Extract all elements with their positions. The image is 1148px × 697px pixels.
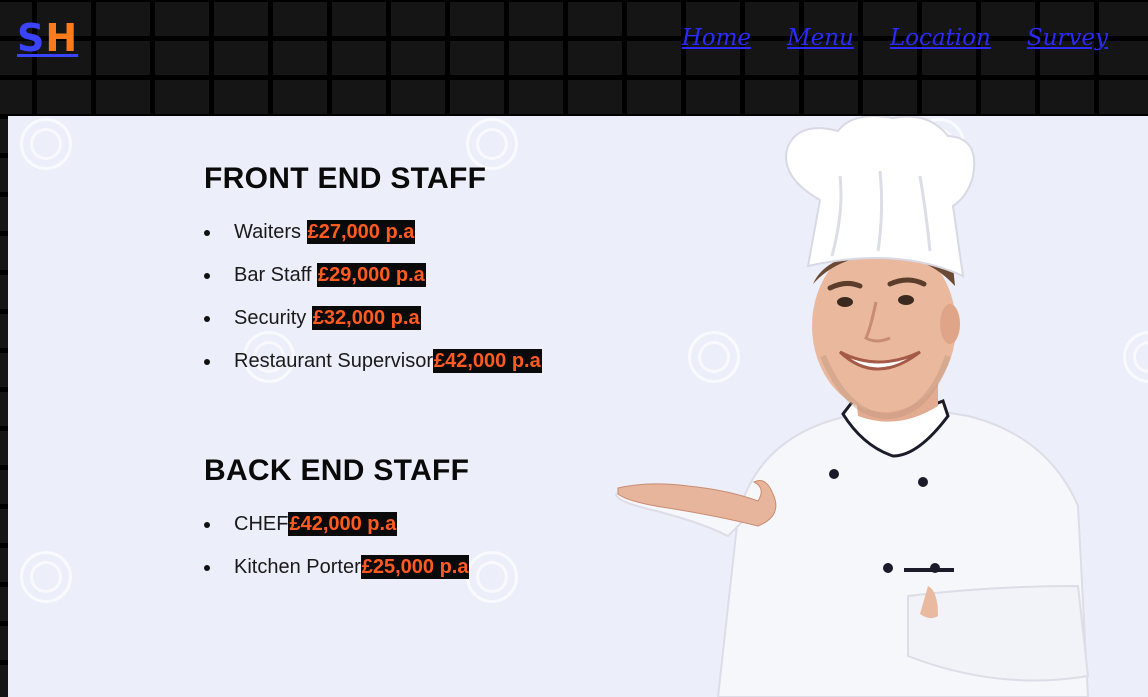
bullet-icon (204, 522, 210, 528)
nav-link-menu[interactable]: Menu (787, 22, 854, 54)
watermark-icon (466, 551, 518, 603)
chef-illustration-icon (614, 116, 1090, 697)
salary-badge: £27,000 p.a (306, 220, 416, 244)
nav-link-home[interactable]: Home (682, 22, 751, 54)
bullet-icon (204, 565, 210, 571)
salary-badge: £42,000 p.a (432, 349, 542, 373)
site-logo[interactable]: SH (17, 14, 78, 62)
list-item: Waiters £27,000 p.a (204, 220, 542, 263)
back-end-list: CHEF£42,000 p.a Kitchen Porter£25,000 p.… (204, 512, 470, 598)
nav-link-location[interactable]: Location (890, 22, 991, 54)
role-label: Kitchen Porter (234, 556, 361, 578)
back-end-heading: BACK END STAFF (204, 454, 470, 487)
list-item: Kitchen Porter£25,000 p.a (204, 555, 470, 598)
salary-badge: £25,000 p.a (360, 555, 470, 579)
salary-badge: £32,000 p.a (311, 306, 421, 330)
bullet-icon (204, 359, 210, 365)
front-end-staff-section: FRONT END STAFF Waiters £27,000 p.a Bar … (204, 161, 542, 392)
role-label: Bar Staff (234, 264, 312, 286)
role-label: Waiters (234, 221, 302, 243)
bullet-icon (204, 273, 210, 279)
list-item: Restaurant Supervisor£42,000 p.a (204, 349, 542, 392)
logo-letter-h: H (45, 16, 79, 60)
nav-link-survey[interactable]: Survey (1027, 22, 1108, 54)
watermark-icon (20, 118, 72, 170)
main-nav: Home Menu Location Survey (682, 22, 1108, 54)
salary-badge: £42,000 p.a (288, 512, 398, 536)
role-label: Restaurant Supervisor (234, 350, 433, 372)
role-label: CHEF (234, 513, 289, 535)
watermark-icon (20, 551, 72, 603)
back-end-staff-section: BACK END STAFF CHEF£42,000 p.a Kitchen P… (204, 453, 470, 598)
logo-letter-s: S (17, 16, 46, 60)
list-item: Security £32,000 p.a (204, 306, 542, 349)
list-item: CHEF£42,000 p.a (204, 512, 469, 555)
role-label: Security (234, 307, 307, 329)
top-navigation: SH Home Menu Location Survey (0, 0, 1148, 116)
bullet-icon (204, 230, 210, 236)
salary-badge: £29,000 p.a (317, 263, 426, 287)
front-end-list: Waiters £27,000 p.a Bar Staff £29,000 p.… (204, 220, 542, 392)
bullet-icon (204, 316, 210, 322)
staff-content-panel: FRONT END STAFF Waiters £27,000 p.a Bar … (8, 116, 1148, 697)
front-end-heading: FRONT END STAFF (204, 162, 487, 195)
list-item: Bar Staff £29,000 p.a (204, 263, 542, 306)
